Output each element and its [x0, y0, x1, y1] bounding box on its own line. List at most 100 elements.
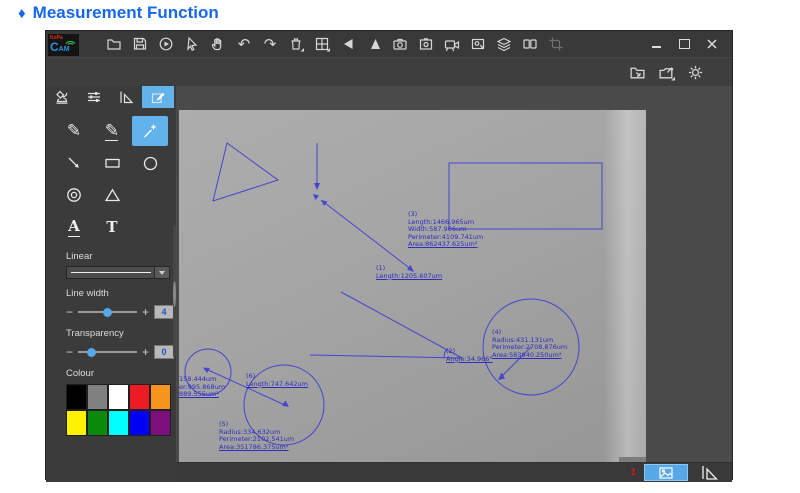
tool-marker[interactable]: ✎ [94, 116, 130, 146]
window-controls [650, 38, 732, 50]
maximize-button[interactable] [678, 38, 690, 50]
logo-wifi-icon [65, 38, 76, 45]
colour-swatch[interactable] [129, 410, 150, 436]
marker-baseline [105, 140, 118, 142]
open-folder-icon[interactable] [105, 35, 123, 53]
colour-palette [66, 384, 171, 436]
window-body: ✎ ✎ A T Linear [46, 86, 732, 482]
minus-button[interactable]: − [66, 307, 73, 317]
annotation-line: Area:351786.375um² [219, 444, 294, 452]
annotation-5[interactable]: (5)Radius:334.632umPerimeter:2102.541umA… [219, 421, 294, 451]
drawn-triangle [213, 143, 278, 201]
annotation-6[interactable]: (6)Length:747.642um [246, 373, 308, 388]
annotation-1[interactable]: (1)Length:1205.607um [376, 265, 442, 280]
tool-pencil[interactable]: ✎ [56, 116, 92, 146]
colour-swatch[interactable] [150, 384, 171, 410]
transparency-label: Transparency [66, 328, 176, 339]
line-width-value: 4 [154, 305, 174, 319]
specimen-image[interactable]: (1)Length:1205.607um (2)Angle:34.966° (3… [179, 110, 646, 462]
tool-triangle[interactable] [94, 180, 130, 210]
line-width-thumb[interactable] [103, 308, 112, 317]
annotation-3[interactable]: (3)Length:1466.965umWidth:587.906umPerim… [408, 211, 483, 249]
colour-swatch[interactable] [87, 384, 108, 410]
close-button[interactable] [706, 38, 718, 50]
flip-vertical-icon[interactable] [365, 35, 383, 53]
annotation-line: 889.555um² [179, 391, 225, 399]
tool-text[interactable]: T [94, 212, 130, 242]
snapshot-icon[interactable] [417, 35, 435, 53]
measure-view-button[interactable] [696, 464, 722, 481]
sidebar: ✎ ✎ A T Linear [46, 86, 176, 482]
page: ♦Measurement Function KoPa CAM ↶ ↷ [0, 0, 800, 493]
page-title: ♦Measurement Function [18, 3, 219, 23]
titlebar: KoPa CAM ↶ ↷ [46, 31, 732, 57]
plus-button[interactable]: + [142, 347, 149, 357]
line-width-section: Line width − + 4 [46, 288, 176, 319]
annotation-line: Length:747.642um [246, 381, 308, 389]
gallery-view-button[interactable] [644, 464, 688, 481]
cursor-icon[interactable] [183, 35, 201, 53]
minus-button[interactable]: − [66, 347, 73, 357]
play-icon[interactable] [157, 35, 175, 53]
length-line-1 [321, 200, 412, 270]
export-folder-icon[interactable] [657, 63, 675, 81]
annotation-line: Area:862437.625um² [408, 241, 483, 249]
annotation-line: Angle:34.966° [446, 356, 493, 364]
settings-gear-icon[interactable] [686, 63, 704, 81]
tool-concentric-circle[interactable] [56, 180, 92, 210]
annotation-7-clipped[interactable]: 158.444umer:995.868um889.555um² [179, 376, 225, 399]
layers-icon[interactable] [495, 35, 513, 53]
plus-button[interactable]: + [142, 307, 149, 317]
hand-pan-icon[interactable] [209, 35, 227, 53]
tool-grid-spacer-1 [132, 180, 168, 210]
linear-style-dropdown[interactable] [66, 266, 170, 279]
capture-image-icon[interactable] [469, 35, 487, 53]
split-view-icon[interactable] [521, 35, 539, 53]
annotation-4[interactable]: (4)Radius:431.131umPerimeter:2708.876umA… [492, 329, 567, 359]
tab-draw[interactable] [142, 86, 174, 108]
line-width-slider: − + 4 [66, 305, 174, 319]
dropdown-button[interactable] [154, 267, 169, 278]
tab-microscope[interactable] [46, 86, 78, 108]
angle-ray-2 [310, 355, 462, 358]
tool-grid-spacer-2 [132, 212, 168, 242]
undo-icon[interactable]: ↶ [235, 35, 253, 53]
open-image-folder-icon[interactable] [628, 63, 646, 81]
colour-swatch[interactable] [150, 410, 171, 436]
app-logo: KoPa CAM [48, 34, 79, 56]
transparency-track[interactable] [78, 351, 137, 353]
transparency-value: 0 [154, 345, 174, 359]
annotation-line: Length:1205.607um [376, 273, 442, 281]
line-width-track[interactable] [78, 311, 137, 313]
colour-swatch[interactable] [66, 384, 87, 410]
tool-grid: ✎ ✎ A T [46, 108, 176, 242]
diamond-bullet-icon: ♦ [18, 5, 26, 22]
colour-swatch[interactable] [129, 384, 150, 410]
tab-measure[interactable] [110, 86, 142, 108]
redo-icon[interactable]: ↷ [261, 35, 279, 53]
tool-arrow-line[interactable] [56, 148, 92, 178]
sidebar-tabs [46, 86, 176, 108]
tool-underline-text[interactable]: A [56, 212, 92, 242]
record-video-icon[interactable] [443, 35, 461, 53]
flip-horizontal-icon[interactable] [339, 35, 357, 53]
image-count-badge: 1 [630, 467, 636, 478]
colour-swatch[interactable] [108, 410, 129, 436]
transparency-thumb[interactable] [87, 348, 96, 357]
tool-ellipse[interactable] [132, 148, 168, 178]
set-square-icon [700, 465, 718, 480]
transparency-slider: − + 0 [66, 345, 174, 359]
annotation-line: Area:583940.250um² [492, 352, 567, 360]
tool-magic-wand[interactable] [132, 116, 168, 146]
grid-icon[interactable] [313, 35, 331, 53]
minimize-button[interactable] [650, 38, 662, 50]
colour-swatch[interactable] [66, 410, 87, 436]
delete-icon[interactable] [287, 35, 305, 53]
colour-swatch[interactable] [87, 410, 108, 436]
tool-rectangle[interactable] [94, 148, 130, 178]
colour-swatch[interactable] [108, 384, 129, 410]
camera-icon[interactable] [391, 35, 409, 53]
annotation-2[interactable]: (2)Angle:34.966° [446, 348, 493, 363]
save-icon[interactable] [131, 35, 149, 53]
tab-adjustments[interactable] [78, 86, 110, 108]
